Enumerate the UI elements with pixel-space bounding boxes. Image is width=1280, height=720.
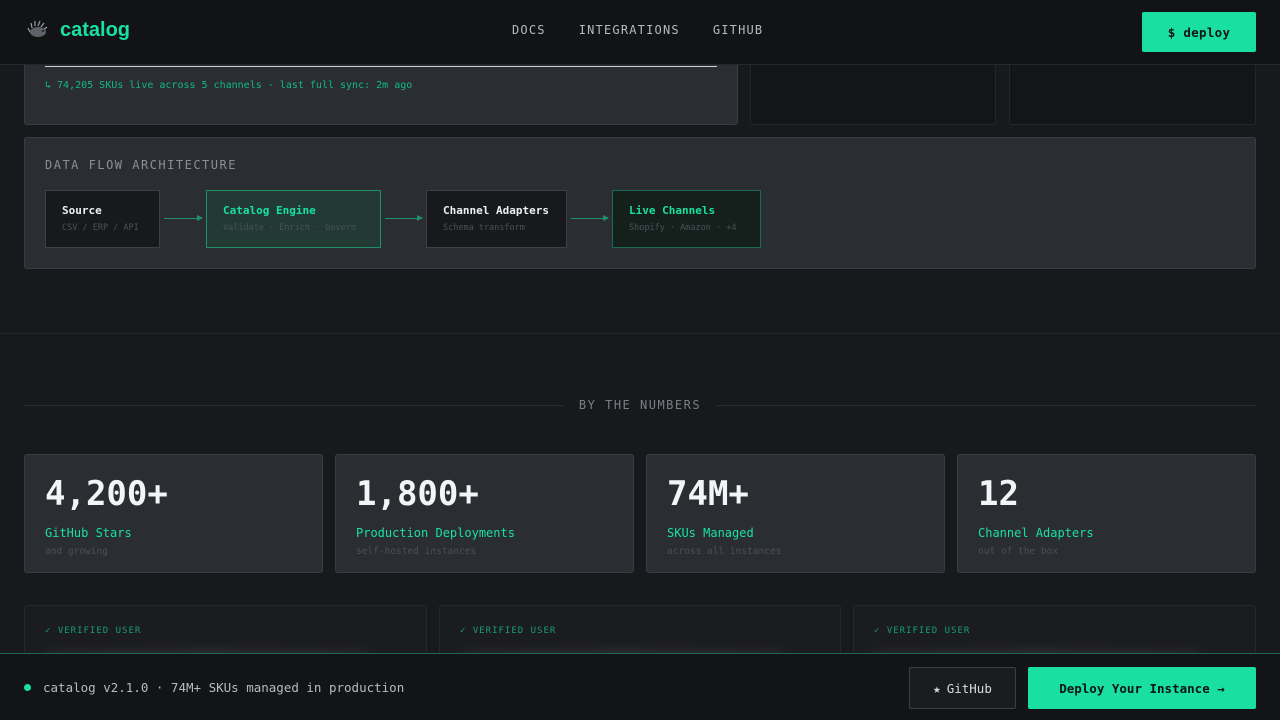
logo-text: catalog bbox=[60, 18, 131, 41]
logo[interactable]: catalog bbox=[26, 18, 130, 42]
stat-label: Channel Adapters bbox=[978, 526, 1094, 540]
architecture-title: DATA FLOW ARCHITECTURE bbox=[45, 158, 237, 172]
stat-card-github-stars: 4,200+ GitHub Stars and growing bbox=[24, 454, 323, 573]
stat-subtitle: self-hosted instances bbox=[356, 546, 477, 557]
site-header: catalog DOCS INTEGRATIONS GITHUB $ deplo… bbox=[0, 0, 1280, 65]
side-panel-card bbox=[1009, 55, 1256, 125]
stat-subtitle: out of the box bbox=[978, 546, 1059, 557]
divider bbox=[45, 66, 717, 67]
node-title: Channel Adapters bbox=[443, 204, 549, 217]
stat-label: GitHub Stars bbox=[45, 526, 132, 540]
flow-node-catalog-engine: Catalog Engine Validate · Enrich · Gover… bbox=[206, 190, 381, 248]
stat-card-deployments: 1,800+ Production Deployments self-hoste… bbox=[335, 454, 634, 573]
version-status-text: catalog v2.1.0 · 74M+ SKUs managed in pr… bbox=[43, 680, 405, 695]
flow-arrow bbox=[385, 215, 423, 221]
star-icon: ★ bbox=[933, 680, 941, 696]
nav-github[interactable]: GITHUB bbox=[713, 23, 764, 37]
nav-docs[interactable]: DOCS bbox=[512, 23, 546, 37]
flow-node-live-channels: Live Channels Shopify · Amazon · +4 bbox=[612, 190, 761, 248]
section-title: BY THE NUMBERS bbox=[578, 398, 702, 412]
stat-value: 12 bbox=[978, 474, 1019, 514]
stat-card-channel-adapters: 12 Channel Adapters out of the box bbox=[957, 454, 1256, 573]
flow-arrow bbox=[571, 215, 609, 221]
node-subtitle: Shopify · Amazon · +4 bbox=[629, 223, 737, 233]
verified-badge: ✓ VERIFIED USER bbox=[874, 626, 971, 636]
section-divider bbox=[0, 333, 1280, 334]
flow-arrow bbox=[164, 215, 203, 221]
sync-status-text: ↳ 74,205 SKUs live across 5 channels · l… bbox=[45, 80, 413, 91]
verified-badge: ✓ VERIFIED USER bbox=[460, 626, 557, 636]
side-panel-card bbox=[750, 55, 996, 125]
node-title: Catalog Engine bbox=[223, 204, 316, 217]
node-subtitle: Schema transform bbox=[443, 223, 525, 233]
stat-subtitle: across all instances bbox=[667, 546, 782, 557]
node-title: Live Channels bbox=[629, 204, 716, 217]
main-nav: DOCS INTEGRATIONS GITHUB bbox=[512, 23, 763, 37]
architecture-panel: DATA FLOW ARCHITECTURE Source CSV / ERP … bbox=[24, 137, 1256, 269]
stat-subtitle: and growing bbox=[45, 546, 108, 557]
flow-node-source: Source CSV / ERP / API bbox=[45, 190, 160, 248]
github-button[interactable]: ★ GitHub bbox=[909, 667, 1016, 709]
stat-card-skus: 74M+ SKUs Managed across all instances bbox=[646, 454, 945, 573]
deploy-instance-button[interactable]: Deploy Your Instance → bbox=[1028, 667, 1256, 709]
node-subtitle: Validate · Enrich · Govern bbox=[223, 223, 357, 233]
nav-integrations[interactable]: INTEGRATIONS bbox=[579, 23, 680, 37]
status-dot-icon bbox=[24, 684, 31, 691]
hedgehog-logo-icon bbox=[27, 20, 48, 37]
stat-value: 74M+ bbox=[667, 474, 749, 514]
stat-label: Production Deployments bbox=[356, 526, 515, 540]
stat-value: 4,200+ bbox=[45, 474, 168, 514]
stat-value: 1,800+ bbox=[356, 474, 479, 514]
stat-label: SKUs Managed bbox=[667, 526, 754, 540]
github-button-label: GitHub bbox=[946, 680, 992, 696]
flow-node-channel-adapters: Channel Adapters Schema transform bbox=[426, 190, 567, 248]
node-subtitle: CSV / ERP / API bbox=[62, 223, 139, 233]
verified-badge: ✓ VERIFIED USER bbox=[45, 626, 142, 636]
sticky-cta-bar: catalog v2.1.0 · 74M+ SKUs managed in pr… bbox=[0, 653, 1280, 720]
node-title: Source bbox=[62, 204, 102, 217]
deploy-button[interactable]: $ deploy bbox=[1142, 12, 1256, 52]
sync-status-card: ↳ 74,205 SKUs live across 5 channels · l… bbox=[24, 55, 738, 125]
